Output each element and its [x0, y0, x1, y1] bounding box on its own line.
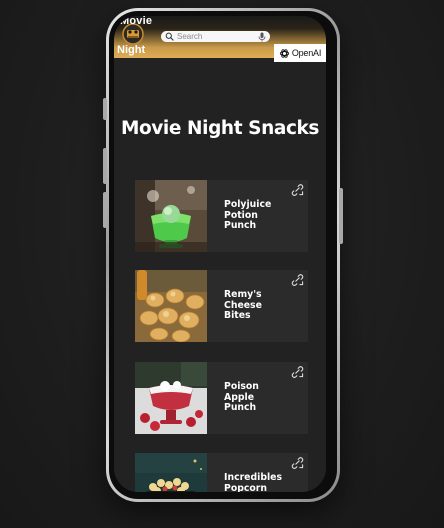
remys-cheese-bites-image[interactable] — [135, 270, 207, 342]
phone-power-button — [339, 188, 343, 244]
snack-title[interactable]: Remy's Cheese Bites — [224, 289, 286, 322]
app-screen: Movie Night Search OpenAI Movie Night Sn… — [114, 16, 326, 492]
phone-volume-down-button — [103, 192, 107, 228]
openai-label: OpenAI — [291, 48, 322, 58]
page-title: Movie Night Snacks — [120, 118, 320, 139]
app-header: Movie Night Search OpenAI — [114, 16, 326, 62]
incredibles-popcorn-image[interactable] — [135, 453, 207, 492]
search-input[interactable] — [174, 31, 257, 42]
phone-volume-up-button — [103, 148, 107, 184]
background: Movie Night Search OpenAI Movie Night Sn… — [0, 0, 444, 528]
openai-logo-icon — [279, 48, 290, 58]
brand-name-top: Movie — [120, 16, 153, 27]
phone-mute-switch — [103, 98, 107, 120]
share-icon[interactable] — [291, 183, 304, 196]
snack-card[interactable]: Polyjuice Potion Punch — [135, 180, 308, 252]
brand-name-bottom: Night — [117, 44, 146, 56]
share-icon[interactable] — [291, 365, 304, 378]
snack-card[interactable]: Incredibles Popcorn — [135, 453, 308, 492]
snack-title[interactable]: Poison Apple Punch — [224, 381, 286, 414]
poison-apple-punch-image[interactable] — [135, 362, 207, 434]
snack-title[interactable]: Incredibles Popcorn — [224, 472, 286, 492]
share-icon[interactable] — [291, 456, 304, 469]
snack-card[interactable]: Remy's Cheese Bites — [135, 270, 308, 342]
openai-badge[interactable]: OpenAI — [274, 44, 326, 62]
snack-title[interactable]: Polyjuice Potion Punch — [224, 199, 286, 232]
phone-frame: Movie Night Search OpenAI Movie Night Sn… — [103, 8, 343, 502]
polyjuice-potion-punch-image[interactable] — [135, 180, 207, 252]
microphone-icon[interactable] — [258, 32, 266, 42]
snack-card[interactable]: Poison Apple Punch — [135, 362, 308, 434]
search-bar[interactable] — [161, 31, 270, 42]
search-icon — [165, 32, 174, 41]
share-icon[interactable] — [291, 273, 304, 286]
